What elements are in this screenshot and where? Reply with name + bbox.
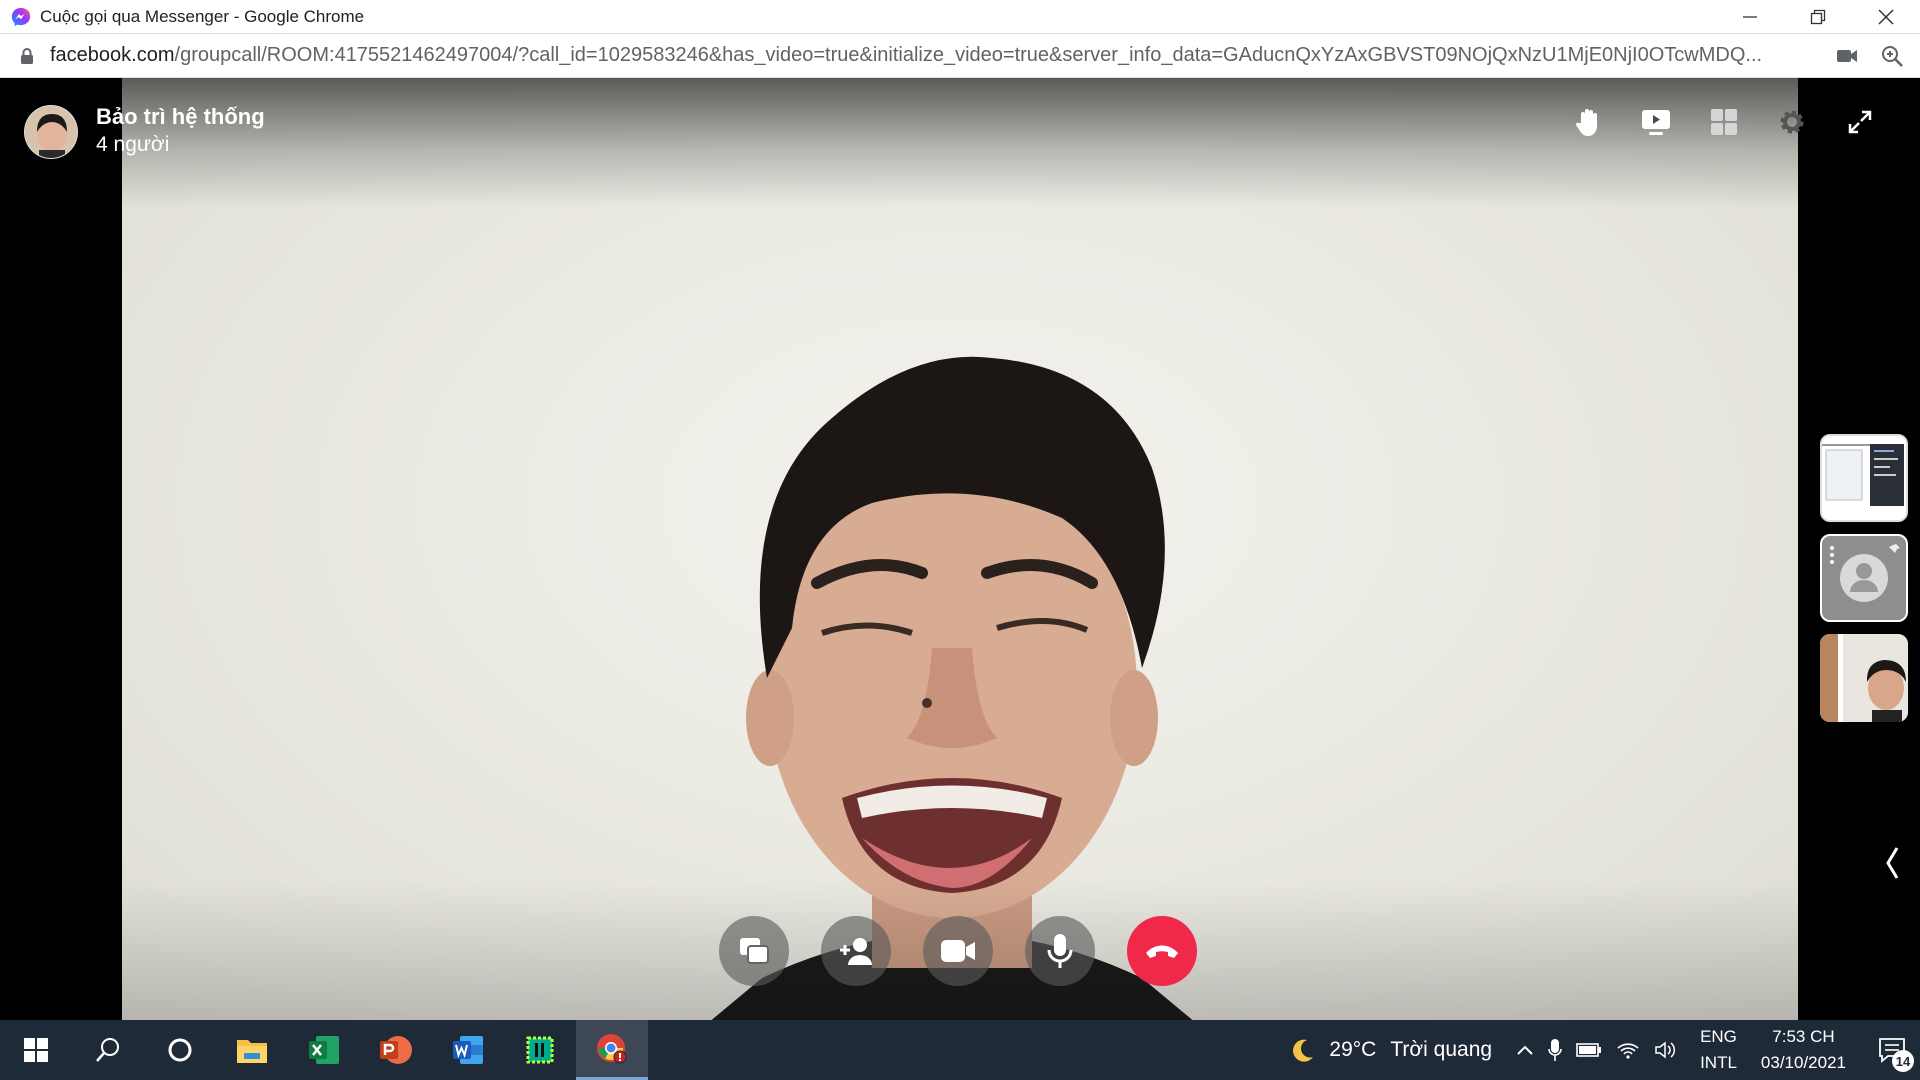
volume-button[interactable] [1654,1040,1678,1060]
battery-icon [1576,1043,1602,1057]
url-path: /groupcall/ROOM:4175521462497004/?call_i… [174,44,1763,66]
powerpoint-icon [380,1036,412,1064]
input-language-button[interactable]: ENG INTL [1700,1024,1737,1076]
participant-thumbnails [1820,434,1908,734]
default-avatar-icon [1830,544,1900,602]
share-screen-button[interactable] [719,916,789,986]
excel-icon [309,1036,339,1064]
cortana-icon [168,1038,192,1062]
microphone-icon [1047,934,1073,968]
restore-button[interactable] [1784,0,1852,34]
share-video-icon [1642,110,1670,135]
camera-icon [941,940,975,962]
url-host: facebook.com [50,44,175,66]
clock-date: 03/10/2021 [1760,1053,1846,1072]
taskbar-word[interactable] [432,1020,504,1080]
address-bar[interactable]: facebook.com/groupcall/ROOM:417552146249… [0,34,1920,78]
call-header: Bảo trì hệ thống 4 người [24,104,265,160]
chevron-left-icon [1886,847,1899,879]
collapse-thumbnails-button[interactable] [1880,843,1904,883]
participant-count: 4 người [96,133,170,156]
video-top-gradient [122,78,1798,208]
weather-condition: Trời quang [1390,1038,1493,1061]
microphone-in-use-icon [1548,1039,1562,1061]
microphone-tray-button[interactable] [1548,1038,1562,1062]
main-video[interactable] [122,78,1798,1020]
search-icon [96,1038,119,1062]
fullscreen-icon [1848,110,1872,134]
call-controls [719,916,1197,986]
weather-widget[interactable]: 29°C Trời quang [1289,1037,1492,1063]
word-icon [453,1036,483,1064]
taskbar-kaspersky[interactable] [504,1020,576,1080]
end-call-icon [1146,945,1178,958]
lock-icon[interactable] [18,47,36,65]
participant-thumbnail[interactable] [1820,434,1908,522]
windows-start-icon [24,1038,48,1062]
add-person-icon [840,938,872,965]
volume-icon [1655,1041,1676,1059]
wifi-button[interactable] [1616,1040,1640,1060]
messenger-icon [11,7,31,26]
minimize-icon [1743,16,1757,18]
camera-button[interactable] [923,916,993,986]
wifi-icon [1617,1043,1639,1059]
taskbar-file-explorer[interactable] [216,1020,288,1080]
start-button[interactable] [0,1020,72,1080]
moon-icon [1293,1039,1314,1062]
close-button[interactable] [1852,0,1920,34]
call-stage: Bảo trì hệ thống 4 người [0,78,1920,1020]
weather-temperature: 29°C [1329,1038,1377,1061]
zoom-icon[interactable] [1880,44,1904,68]
microphone-button[interactable] [1025,916,1095,986]
clock-button[interactable]: 7:53 CH 03/10/2021 [1761,1024,1846,1076]
share-video-button[interactable] [1622,102,1690,142]
language-code: ENG [1700,1027,1737,1046]
chrome-icon [597,1033,627,1063]
taskbar-excel[interactable] [288,1020,360,1080]
avatar-face-icon [25,106,77,158]
participant-thumbnail[interactable] [1820,534,1908,622]
taskbar-powerpoint[interactable] [360,1020,432,1080]
battery-button[interactable] [1576,1042,1602,1058]
top-toolbar [1554,102,1894,142]
windows-taskbar: 29°C Trời quang ENG INTL 7:53 CH 03/10/2… [0,1020,1920,1080]
system-tray: 29°C Trời quang ENG INTL 7:53 CH 03/10/2… [1289,1020,1920,1080]
taskbar-search-button[interactable] [72,1020,144,1080]
end-call-button[interactable] [1127,916,1197,986]
show-hidden-icons-button[interactable] [1516,1044,1534,1056]
chevron-up-icon [1517,1045,1533,1055]
group-avatar[interactable] [24,105,78,159]
settings-icon [1780,110,1804,134]
add-person-button[interactable] [821,916,891,986]
taskbar-chrome[interactable] [576,1020,648,1080]
camera-in-use-icon[interactable] [1836,46,1858,66]
restore-icon [1810,9,1826,25]
raise-hand-button[interactable] [1554,102,1622,142]
fullscreen-button[interactable] [1826,102,1894,142]
grid-view-button[interactable] [1690,102,1758,142]
cortana-button[interactable] [144,1020,216,1080]
call-title: Bảo trì hệ thống [96,104,265,129]
file-explorer-icon [237,1040,267,1063]
minimize-button[interactable] [1716,0,1784,34]
clock-time: 7:53 CH [1772,1027,1835,1046]
self-view-preview [1820,634,1908,722]
close-icon [1878,9,1894,25]
participant-thumbnail[interactable] [1820,634,1908,722]
action-center-button[interactable]: 14 [1864,1020,1920,1080]
raise-hand-icon [1575,109,1597,136]
url-text[interactable]: facebook.com/groupcall/ROOM:417552146249… [50,44,1830,67]
window-title: Cuộc gọi qua Messenger - Google Chrome [40,6,365,26]
grid-view-icon [1711,109,1737,135]
keyboard-layout: INTL [1700,1053,1737,1072]
screen-share-preview [1822,436,1906,520]
kaspersky-icon [526,1036,554,1064]
share-screen-icon [740,938,769,964]
settings-button[interactable] [1758,102,1826,142]
notification-count-badge: 14 [1892,1050,1914,1072]
window-titlebar: Cuộc gọi qua Messenger - Google Chrome [0,0,1920,34]
